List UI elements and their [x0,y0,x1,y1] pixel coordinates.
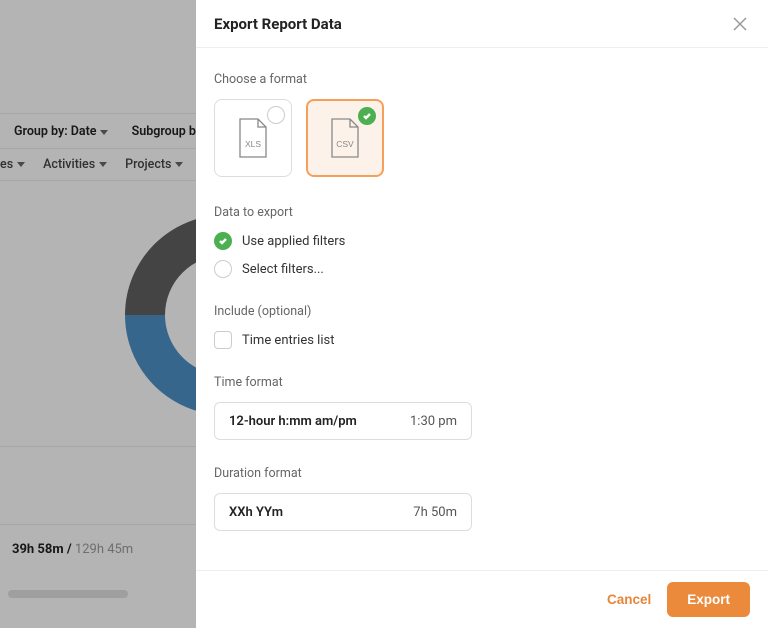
radio-unchecked-icon [214,260,232,278]
export-modal: Export Report Data Choose a format XLS [196,0,768,628]
time-format-label: Time format [214,375,750,390]
select-value: 12-hour h:mm am/pm [229,414,357,429]
radio-checked-icon [358,107,376,125]
checkbox-time-entries[interactable]: Time entries list [214,331,750,349]
modal-header: Export Report Data [196,0,768,48]
choose-format-label: Choose a format [214,72,750,87]
file-xls-icon: XLS [236,117,270,159]
checkbox-unchecked-icon [214,331,232,349]
modal-footer: Cancel Export [196,570,768,628]
close-button[interactable] [730,14,750,34]
data-to-export-label: Data to export [214,205,750,220]
select-value: XXh YYm [229,505,283,520]
radio-checked-icon [214,232,232,250]
format-card-csv[interactable]: CSV [306,99,384,177]
radio-unchecked-icon [267,106,285,124]
file-csv-icon: CSV [328,117,362,159]
svg-text:XLS: XLS [245,139,261,149]
check-icon [218,236,228,246]
radio-label: Use applied filters [242,234,345,249]
duration-format-select[interactable]: XXh YYm 7h 50m [214,493,472,531]
time-format-select[interactable]: 12-hour h:mm am/pm 1:30 pm [214,402,472,440]
close-icon [732,16,748,32]
check-icon [362,111,372,121]
select-example: 1:30 pm [410,414,457,429]
svg-text:CSV: CSV [336,139,354,149]
radio-use-applied-filters[interactable]: Use applied filters [214,232,750,250]
modal-title: Export Report Data [214,15,342,33]
include-label: Include (optional) [214,304,750,319]
duration-format-label: Duration format [214,466,750,481]
export-button[interactable]: Export [667,582,750,617]
checkbox-label: Time entries list [242,333,334,348]
cancel-button[interactable]: Cancel [607,592,651,607]
select-example: 7h 50m [413,505,457,520]
radio-select-filters[interactable]: Select filters... [214,260,750,278]
format-card-xls[interactable]: XLS [214,99,292,177]
format-cards: XLS CSV [214,99,750,177]
radio-label: Select filters... [242,262,324,277]
modal-body: Choose a format XLS [196,48,768,570]
